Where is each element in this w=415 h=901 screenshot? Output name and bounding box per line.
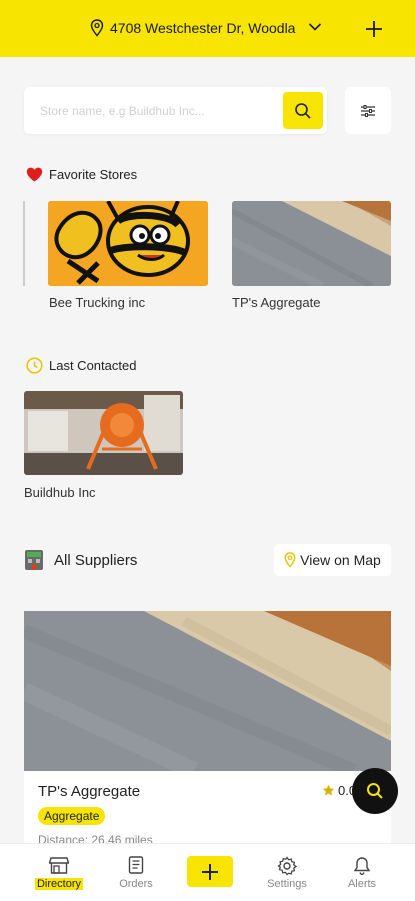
floating-search-button[interactable]	[352, 768, 398, 814]
bee-logo-image	[48, 201, 208, 286]
last-contacted-header: Last Contacted	[26, 357, 136, 374]
nav-directory[interactable]: Directory	[24, 844, 94, 901]
plus-icon	[202, 863, 218, 880]
view-on-map-label: View on Map	[300, 552, 381, 568]
search-icon	[295, 102, 311, 119]
supplier-image	[24, 611, 391, 771]
clock-icon	[26, 357, 43, 374]
storefront-icon	[49, 857, 69, 874]
sliders-icon	[361, 104, 375, 117]
nav-alerts[interactable]: Alerts	[327, 844, 397, 901]
search-bar	[24, 87, 327, 134]
top-bar: 4708 Westchester Dr, Woodla	[0, 0, 415, 57]
store-name-buildhub[interactable]: Buildhub Inc	[24, 485, 96, 500]
search-input[interactable]	[38, 99, 282, 123]
all-suppliers-header: All Suppliers	[24, 549, 137, 571]
nav-settings[interactable]: Settings	[252, 844, 322, 901]
last-contacted-title: Last Contacted	[49, 358, 137, 373]
store-image-buildhub[interactable]	[24, 391, 183, 475]
favorite-stores-title: Favorite Stores	[49, 167, 138, 182]
store-name-tps-aggregate[interactable]: TP's Aggregate	[232, 295, 320, 310]
category-badge: Aggregate	[38, 807, 106, 825]
nav-orders[interactable]: Orders	[101, 844, 171, 901]
delivery-address[interactable]: 4708 Westchester Dr, Woodla	[110, 20, 302, 36]
previous-item-edge	[23, 201, 25, 286]
view-on-map-button[interactable]: View on Map	[274, 544, 391, 576]
favorite-stores-header: Favorite Stores	[26, 167, 137, 182]
search-button[interactable]	[283, 92, 323, 129]
nav-directory-label: Directory	[34, 878, 84, 890]
nav-create-button[interactable]	[187, 856, 233, 887]
filter-button[interactable]	[345, 87, 391, 134]
bell-icon	[353, 857, 371, 875]
store-building-icon	[25, 550, 43, 570]
store-image-tps-aggregate[interactable]	[232, 201, 391, 286]
nav-orders-label: Orders	[119, 878, 153, 890]
cement-mixer-image	[24, 391, 183, 475]
nav-settings-label: Settings	[267, 878, 307, 890]
supplier-name: TP's Aggregate	[38, 783, 141, 800]
plus-icon[interactable]	[364, 19, 384, 39]
chevron-down-icon[interactable]	[308, 22, 322, 32]
nav-alerts-label: Alerts	[347, 878, 377, 890]
gear-icon	[277, 856, 297, 876]
supplier-rating: 0.0	[322, 783, 356, 798]
search-icon	[367, 783, 383, 799]
heart-icon	[26, 167, 43, 182]
gravel-image	[232, 201, 391, 286]
all-suppliers-title: All Suppliers	[54, 551, 138, 569]
location-pin-icon	[90, 19, 104, 37]
supplier-card[interactable]: TP's Aggregate Aggregate 0.0 Distance: 2…	[24, 611, 391, 871]
star-icon	[322, 784, 335, 796]
store-name-bee-trucking[interactable]: Bee Trucking inc	[49, 295, 145, 310]
store-image-bee-trucking[interactable]	[48, 201, 208, 286]
map-pin-icon	[284, 552, 296, 568]
receipt-icon	[128, 856, 144, 874]
